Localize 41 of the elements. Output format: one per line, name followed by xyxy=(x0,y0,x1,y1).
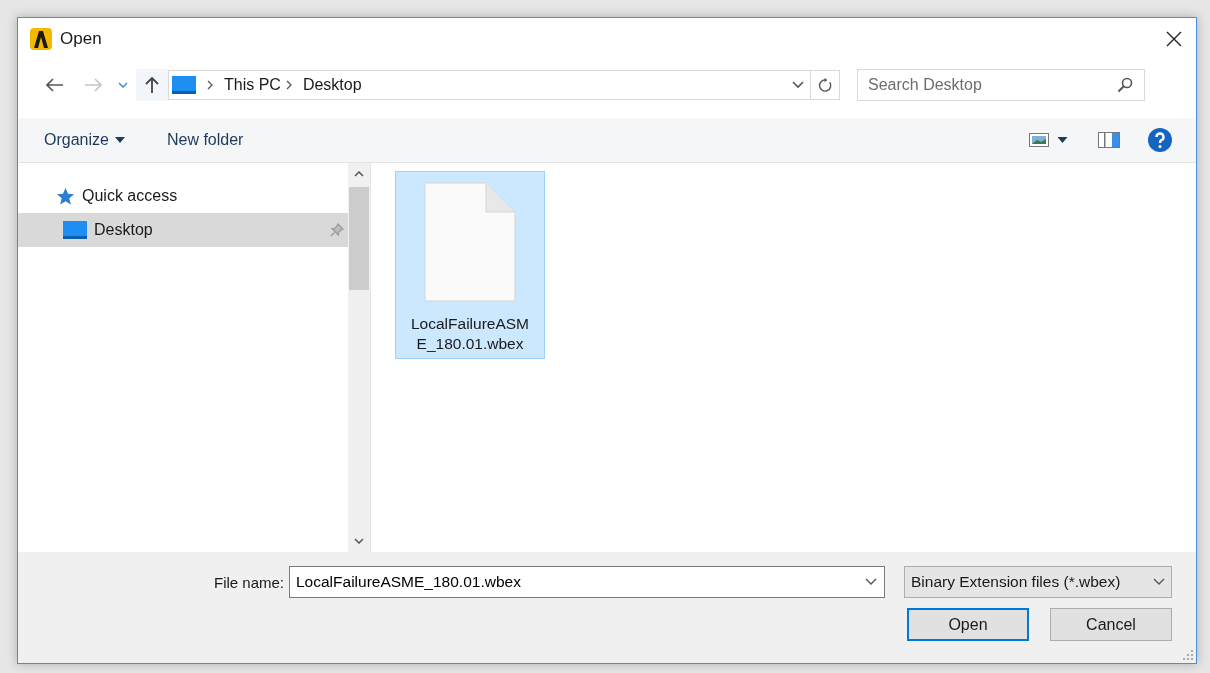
up-button[interactable] xyxy=(136,69,168,101)
help-icon[interactable] xyxy=(1148,128,1172,152)
organize-menu[interactable]: Organize xyxy=(44,131,125,149)
app-icon xyxy=(30,28,52,50)
scrollbar[interactable] xyxy=(348,163,370,552)
close-icon[interactable] xyxy=(1166,31,1182,47)
preview-pane-icon[interactable] xyxy=(1098,132,1120,148)
search-field[interactable]: Search Desktop xyxy=(857,69,1145,101)
nav-item[interactable]: Desktop xyxy=(18,213,348,247)
monitor-icon xyxy=(172,76,196,94)
open-button[interactable]: Open xyxy=(907,608,1029,641)
file-name-field[interactable]: LocalFailureASME_180.01.wbex xyxy=(289,566,885,598)
refresh-icon[interactable] xyxy=(817,77,833,93)
caret-icon[interactable] xyxy=(865,578,877,586)
file-item[interactable]: LocalFailureASME_180.01.wbex xyxy=(395,171,545,359)
scroll-up-icon[interactable] xyxy=(354,171,364,177)
window-title: Open xyxy=(60,29,102,49)
cancel-button[interactable]: Cancel xyxy=(1050,608,1172,641)
nav-item[interactable]: Quick access xyxy=(18,179,348,213)
document-icon xyxy=(424,182,516,302)
breadcrumb[interactable]: This PC xyxy=(224,76,281,94)
monitor-icon xyxy=(63,221,87,239)
resize-grip-icon[interactable] xyxy=(1183,650,1193,660)
caret-icon[interactable] xyxy=(1057,137,1068,143)
caret-icon[interactable] xyxy=(792,81,804,89)
file-type-dropdown[interactable]: Binary Extension files (*.wbex) xyxy=(904,566,1172,598)
toolbar-button[interactable]: New folder xyxy=(166,131,244,149)
view-icon[interactable] xyxy=(1029,133,1049,147)
search-icon xyxy=(1117,77,1133,93)
star-icon xyxy=(56,186,75,206)
chevron-icon[interactable] xyxy=(285,80,292,90)
chevron-icon[interactable] xyxy=(207,80,213,90)
up-arrow-icon[interactable] xyxy=(145,76,159,94)
scrollbar-thumb[interactable] xyxy=(349,187,369,290)
caret-icon[interactable] xyxy=(1153,578,1165,586)
address-bar[interactable]: This PC Desktop xyxy=(168,70,840,100)
caret-icon[interactable] xyxy=(114,137,125,143)
field-label: File name: xyxy=(213,573,284,591)
scroll-down-icon[interactable] xyxy=(354,538,364,544)
breadcrumb[interactable]: Desktop xyxy=(302,76,362,94)
back-arrow-icon[interactable] xyxy=(46,78,64,92)
